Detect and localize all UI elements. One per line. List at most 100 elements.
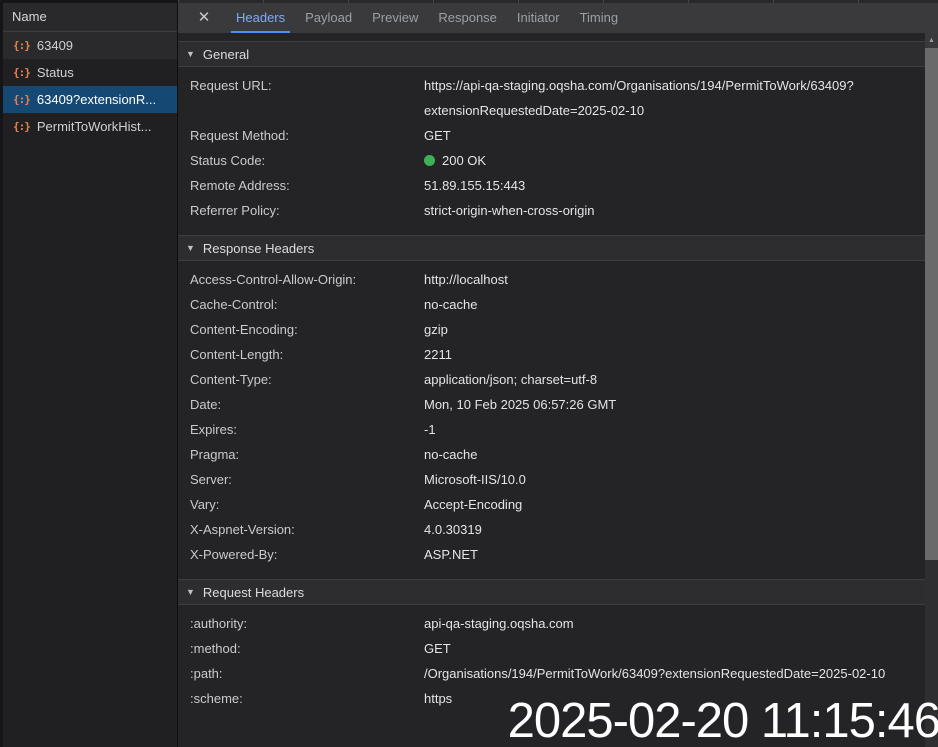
header-name: Request URL: <box>190 73 424 123</box>
name-column-header[interactable]: Name <box>3 3 177 32</box>
header-value: 2211 <box>424 342 452 367</box>
sidebar-item-permittoworkhist[interactable]: {:} PermitToWorkHist... <box>3 113 177 140</box>
header-row: Request URL: https://api-qa-staging.oqsh… <box>178 73 925 123</box>
header-name: :scheme: <box>190 686 424 711</box>
tab-response[interactable]: Response <box>428 3 507 33</box>
scrollbar-thumb[interactable] <box>925 48 938 560</box>
request-name-label: 63409?extensionR... <box>37 92 156 107</box>
collapse-triangle-icon: ▼ <box>186 49 195 59</box>
header-row: Access-Control-Allow-Origin: http://loca… <box>178 267 925 292</box>
section-title: Request Headers <box>203 585 304 600</box>
header-name: Status Code: <box>190 148 424 173</box>
collapse-triangle-icon: ▼ <box>186 587 195 597</box>
sidebar-item-status[interactable]: {:} Status <box>3 59 177 86</box>
json-braces-icon: {:} <box>13 93 30 106</box>
headers-content: ▼ General Request URL: https://api-qa-st… <box>178 33 925 747</box>
header-value: gzip <box>424 317 448 342</box>
header-row: :path: /Organisations/194/PermitToWork/6… <box>178 661 925 686</box>
section-header[interactable]: ▼ General <box>178 41 925 67</box>
tab-label: Initiator <box>517 10 560 25</box>
header-name: X-Powered-By: <box>190 542 424 567</box>
header-name: :authority: <box>190 611 424 636</box>
header-row: Content-Length: 2211 <box>178 342 925 367</box>
up-arrow-icon: ▲ <box>928 37 935 44</box>
tabs-container: Headers Payload Preview Response Initiator Ti… <box>226 3 628 33</box>
header-row: Cache-Control: no-cache <box>178 292 925 317</box>
request-list: {:} 63409 {:} Status {:} 63409?extension… <box>3 32 177 747</box>
header-name: Content-Length: <box>190 342 424 367</box>
tab-initiator[interactable]: Initiator <box>507 3 570 33</box>
header-value: Microsoft-IIS/10.0 <box>424 467 526 492</box>
header-value: -1 <box>424 417 436 442</box>
header-name: Content-Encoding: <box>190 317 424 342</box>
tab-label: Payload <box>305 10 352 25</box>
tab-label: Response <box>438 10 497 25</box>
header-value: https <box>424 686 452 711</box>
tab-payload[interactable]: Payload <box>295 3 362 33</box>
header-name: Content-Type: <box>190 367 424 392</box>
request-details-panel: ✕ Headers Payload Preview Response Initiator… <box>178 0 938 747</box>
header-name: Vary: <box>190 492 424 517</box>
request-name-label: 63409 <box>37 38 73 53</box>
header-row: :scheme: https <box>178 686 925 711</box>
section-title: General <box>203 47 249 62</box>
status-ok-dot-icon <box>424 155 435 166</box>
json-braces-icon: {:} <box>13 120 30 133</box>
header-row: :authority: api-qa-staging.oqsha.com <box>178 611 925 636</box>
section-response-headers: ▼ Response Headers Access-Control-Allow-… <box>178 235 925 579</box>
vertical-scrollbar[interactable]: ▲ <box>925 33 938 747</box>
sidebar-item-63409[interactable]: {:} 63409 <box>3 32 177 59</box>
header-value: GET <box>424 636 451 661</box>
header-value: Accept-Encoding <box>424 492 522 517</box>
close-icon[interactable]: ✕ <box>190 3 218 33</box>
header-value: 200 OK <box>424 148 486 173</box>
header-value: Mon, 10 Feb 2025 06:57:26 GMT <box>424 392 616 417</box>
header-name: Pragma: <box>190 442 424 467</box>
header-row: Vary: Accept-Encoding <box>178 492 925 517</box>
sidebar-item-63409-extensionr[interactable]: {:} 63409?extensionR... <box>3 86 177 113</box>
header-row: Request Method: GET <box>178 123 925 148</box>
header-name: Server: <box>190 467 424 492</box>
header-row: :method: GET <box>178 636 925 661</box>
header-row: Pragma: no-cache <box>178 442 925 467</box>
tab-label: Timing <box>580 10 619 25</box>
section-rows: Access-Control-Allow-Origin: http://loca… <box>178 261 925 579</box>
scroll-up-button[interactable]: ▲ <box>925 33 938 48</box>
request-name-label: PermitToWorkHist... <box>37 119 152 134</box>
header-name: :method: <box>190 636 424 661</box>
header-name: X-Aspnet-Version: <box>190 517 424 542</box>
header-row: Content-Encoding: gzip <box>178 317 925 342</box>
tab-preview[interactable]: Preview <box>362 3 428 33</box>
header-name: Access-Control-Allow-Origin: <box>190 267 424 292</box>
tab-label: Preview <box>372 10 418 25</box>
section-request-headers: ▼ Request Headers :authority: api-qa-sta… <box>178 579 925 723</box>
header-name: Remote Address: <box>190 173 424 198</box>
devtools-network-panel: Name {:} 63409 {:} Status {:} 63409?exte… <box>0 0 938 747</box>
section-header[interactable]: ▼ Response Headers <box>178 235 925 261</box>
header-row: Server: Microsoft-IIS/10.0 <box>178 467 925 492</box>
header-row: Remote Address: 51.89.155.15:443 <box>178 173 925 198</box>
section-title: Response Headers <box>203 241 314 256</box>
header-value: GET <box>424 123 451 148</box>
header-value: 4.0.30319 <box>424 517 482 542</box>
header-value: strict-origin-when-cross-origin <box>424 198 595 223</box>
section-header[interactable]: ▼ Request Headers <box>178 579 925 605</box>
header-name: :path: <box>190 661 424 686</box>
section-general: ▼ General Request URL: https://api-qa-st… <box>178 41 925 235</box>
tab-timing[interactable]: Timing <box>570 3 629 33</box>
header-value: api-qa-staging.oqsha.com <box>424 611 574 636</box>
header-row: Referrer Policy: strict-origin-when-cros… <box>178 198 925 223</box>
header-value: no-cache <box>424 292 477 317</box>
request-name-label: Status <box>37 65 74 80</box>
header-value: no-cache <box>424 442 477 467</box>
header-value: https://api-qa-staging.oqsha.com/Organis… <box>424 73 894 123</box>
header-row: X-Powered-By: ASP.NET <box>178 542 925 567</box>
header-value: /Organisations/194/PermitToWork/63409?ex… <box>424 661 885 686</box>
json-braces-icon: {:} <box>13 39 30 52</box>
tab-headers[interactable]: Headers <box>226 3 295 33</box>
header-name: Expires: <box>190 417 424 442</box>
header-row: X-Aspnet-Version: 4.0.30319 <box>178 517 925 542</box>
request-list-sidebar: Name {:} 63409 {:} Status {:} 63409?exte… <box>0 0 178 747</box>
collapse-triangle-icon: ▼ <box>186 243 195 253</box>
details-tab-bar: ✕ Headers Payload Preview Response Initiator… <box>178 3 938 33</box>
